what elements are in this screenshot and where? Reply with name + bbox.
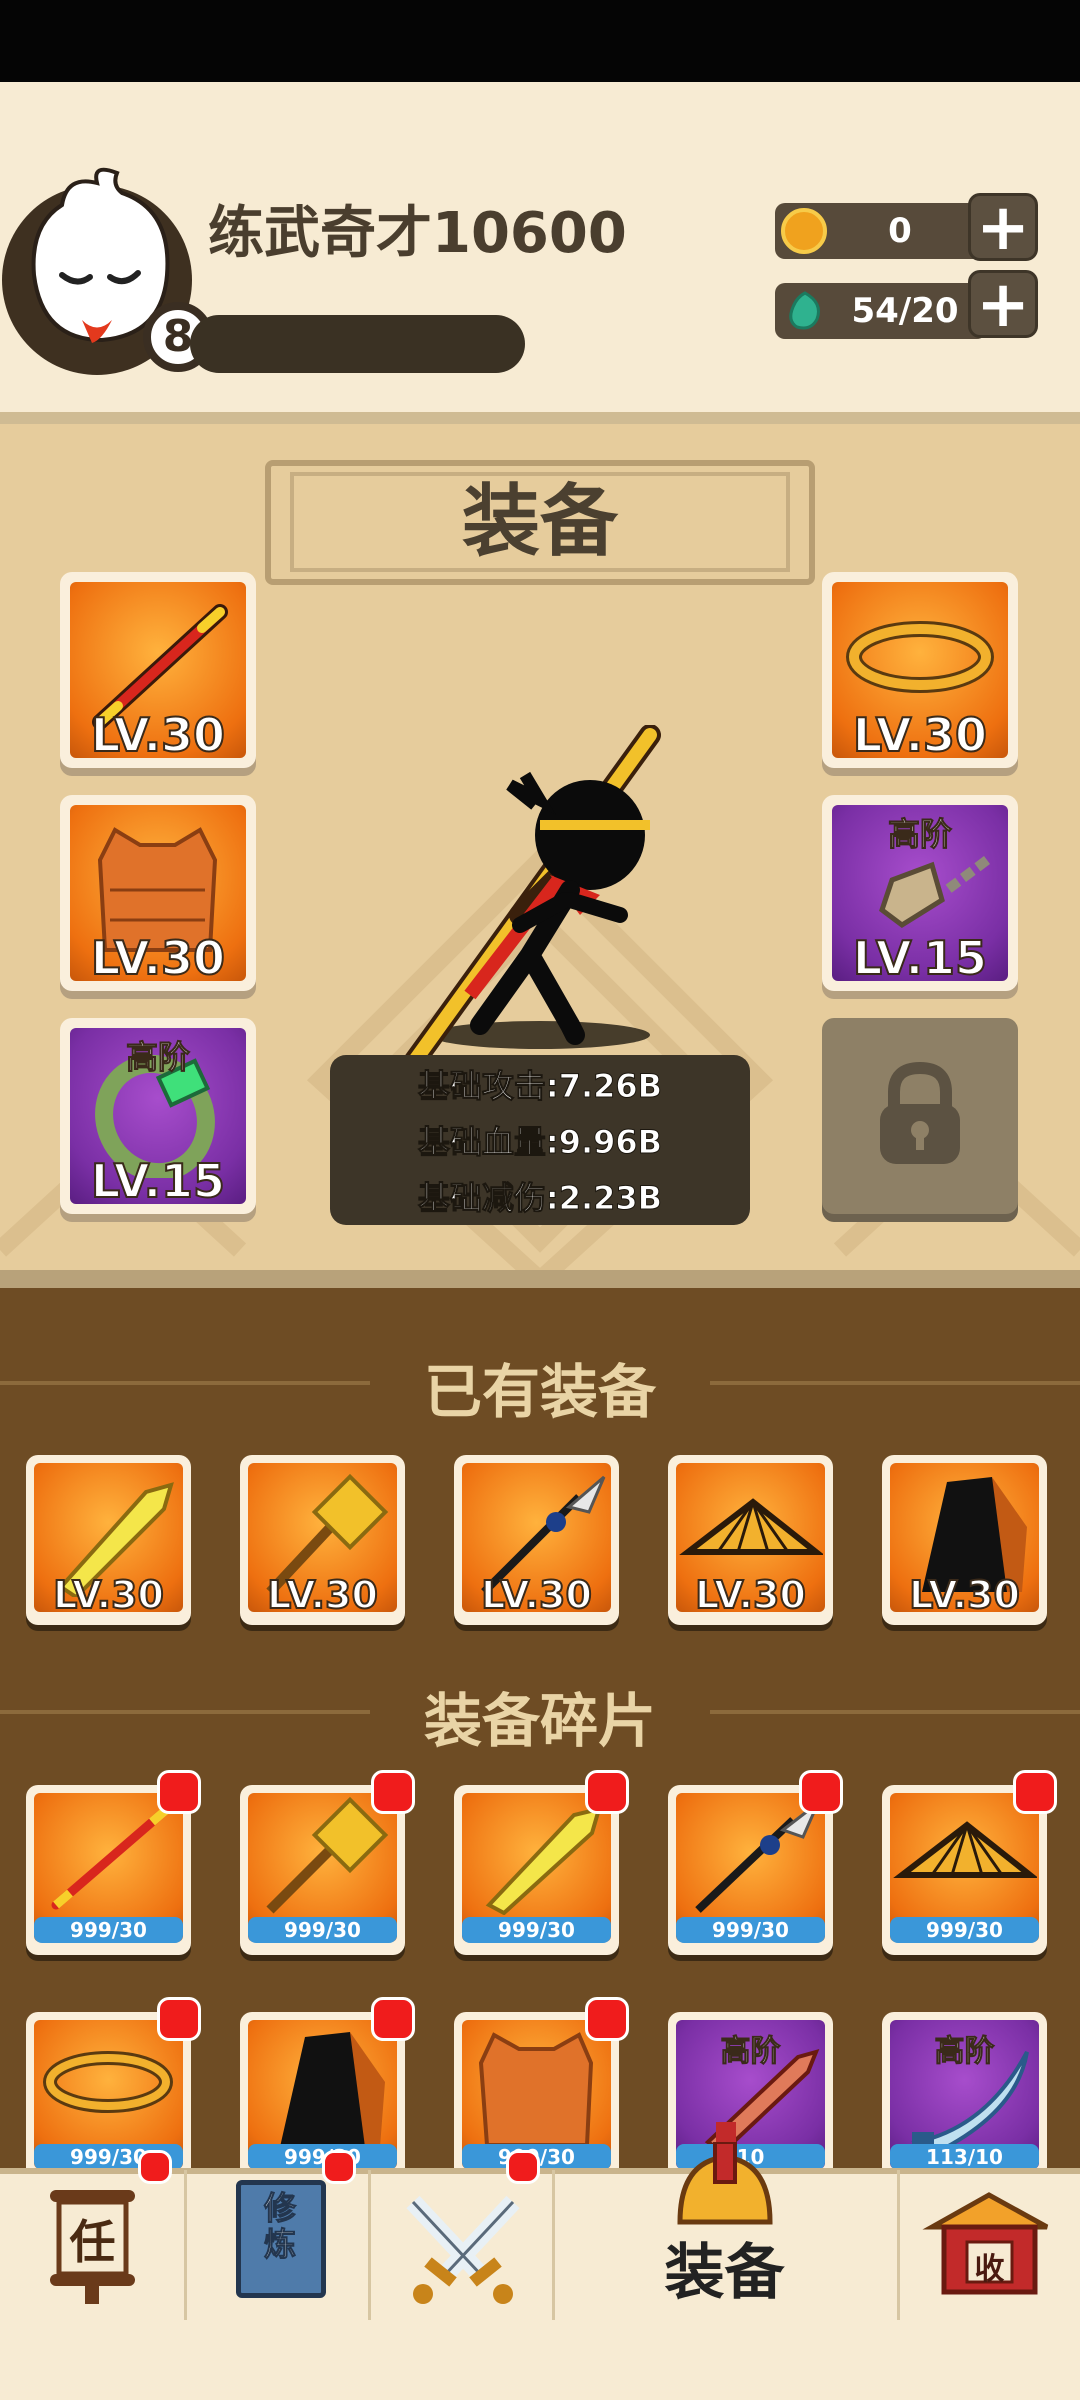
fragment-progress: 999/30 bbox=[462, 1917, 611, 1943]
notification-dot bbox=[585, 1770, 629, 1814]
fragment-progress: 999/30 bbox=[248, 1917, 397, 1943]
slot-tier: 高阶 bbox=[125, 1038, 190, 1077]
spear-icon bbox=[695, 1801, 820, 1913]
stat-damage-reduction: 基础减伤:2.23B bbox=[417, 1179, 663, 1218]
owned-item-hat[interactable]: LV.30 bbox=[668, 1455, 833, 1625]
staff-icon bbox=[51, 1805, 171, 1910]
item-level: LV.30 bbox=[694, 1572, 807, 1618]
owned-item-hammer[interactable]: LV.30 bbox=[240, 1455, 405, 1625]
sword-icon bbox=[485, 1806, 602, 1915]
fragment-progress: 999/30 bbox=[34, 1917, 183, 1943]
status-bar bbox=[0, 0, 1080, 82]
stat-attack: 基础攻击:7.26B bbox=[417, 1067, 663, 1106]
coin-value: 0 bbox=[888, 211, 912, 251]
fragment-item-blue-blade[interactable]: 高阶 113/10 bbox=[882, 2012, 1047, 2182]
equip-slot-locked[interactable] bbox=[822, 1018, 1018, 1214]
headband-icon bbox=[43, 2051, 173, 2113]
fragment-progress: 113/10 bbox=[890, 2144, 1039, 2170]
item-level: LV.30 bbox=[480, 1572, 593, 1618]
notification-dot bbox=[1013, 1770, 1057, 1814]
player-name: 练武奇才10600 bbox=[208, 201, 627, 266]
add-gems-button[interactable]: + bbox=[968, 270, 1038, 338]
cloak-icon bbox=[280, 2032, 385, 2147]
nav-tab-training[interactable]: 修炼 bbox=[184, 2150, 368, 2318]
header-divider bbox=[0, 412, 1080, 424]
notification-dot bbox=[371, 1997, 415, 2041]
hat-icon bbox=[893, 1821, 1037, 1878]
stat-health: 基础血量:9.96B bbox=[417, 1123, 663, 1162]
hammer-icon bbox=[266, 1796, 389, 1914]
experience-bar bbox=[190, 315, 525, 373]
slot-tier: 高阶 bbox=[887, 815, 952, 854]
nav-tab-tasks[interactable]: 任 bbox=[0, 2150, 184, 2318]
gem-counter: 54/20 bbox=[775, 283, 987, 339]
fragment-progress: 999/30 bbox=[676, 1917, 825, 1943]
slot-level: LV.15 bbox=[852, 930, 988, 986]
owned-equipment-title: 已有装备 bbox=[423, 1358, 656, 1426]
gem-value: 54/20 bbox=[851, 291, 959, 331]
nav-tab-equipment[interactable]: 装备 bbox=[552, 2142, 897, 2318]
fragment-tier: 高阶 bbox=[934, 2034, 995, 2070]
training-glyph: 修炼 bbox=[263, 2189, 296, 2263]
notification-dot bbox=[157, 1997, 201, 2041]
lock-icon bbox=[880, 1061, 960, 1164]
equip-slot-headband[interactable]: LV.30 bbox=[822, 572, 1018, 768]
equip-slot-necklace[interactable]: 高阶 LV.15 bbox=[822, 795, 1018, 991]
nav-tab-battle[interactable] bbox=[368, 2150, 552, 2318]
notification-dot bbox=[371, 1770, 415, 1814]
coin-counter: 0 bbox=[775, 203, 987, 259]
fragment-progress: 999/30 bbox=[890, 1917, 1039, 1943]
equipment-panel-divider bbox=[0, 1270, 1080, 1288]
vest-icon bbox=[478, 2032, 594, 2147]
bottom-safe-area bbox=[0, 2320, 1080, 2400]
collect-glyph: 收 bbox=[974, 2252, 1005, 2287]
add-coins-button[interactable]: + bbox=[968, 193, 1038, 261]
item-level: LV.30 bbox=[908, 1572, 1021, 1618]
page-title: 装备 bbox=[461, 477, 618, 567]
notification-dot bbox=[138, 2150, 172, 2184]
slot-level: LV.30 bbox=[90, 707, 226, 763]
equip-slot-bracelet[interactable]: 高阶 LV.15 bbox=[60, 1018, 256, 1214]
notification-dot bbox=[799, 1770, 843, 1814]
notification-dot bbox=[506, 2150, 540, 2184]
item-level: LV.30 bbox=[266, 1572, 379, 1618]
item-level: LV.30 bbox=[52, 1572, 165, 1618]
nav-tab-collect[interactable]: 收 bbox=[897, 2172, 1080, 2318]
headband-icon bbox=[846, 621, 994, 693]
coin-icon bbox=[781, 208, 827, 254]
owned-item-spear[interactable]: LV.30 bbox=[454, 1455, 619, 1625]
task-glyph: 任 bbox=[69, 2215, 116, 2269]
nav-equipment-label: 装备 bbox=[664, 2238, 785, 2308]
equip-slot-weapon[interactable]: LV.30 bbox=[60, 572, 256, 768]
crossed-swords-icon bbox=[406, 2195, 520, 2304]
gem-icon bbox=[789, 291, 820, 330]
owned-item-sword[interactable]: LV.30 bbox=[26, 1455, 191, 1625]
notification-dot bbox=[585, 1997, 629, 2041]
base-stats-panel: 基础攻击:7.26B 基础血量:9.96B 基础减伤:2.23B bbox=[330, 1055, 750, 1225]
slot-level: LV.30 bbox=[852, 707, 988, 763]
notification-dot bbox=[157, 1770, 201, 1814]
fragment-tier: 高阶 bbox=[720, 2034, 781, 2070]
notification-dot bbox=[322, 2150, 356, 2184]
slot-level: LV.15 bbox=[90, 1153, 226, 1209]
equip-slot-armor[interactable]: LV.30 bbox=[60, 795, 256, 991]
owned-item-cloak[interactable]: LV.30 bbox=[882, 1455, 1047, 1625]
slot-level: LV.30 bbox=[90, 930, 226, 986]
equipment-helmet-icon bbox=[677, 2142, 773, 2225]
fragments-title: 装备碎片 bbox=[423, 1687, 656, 1755]
